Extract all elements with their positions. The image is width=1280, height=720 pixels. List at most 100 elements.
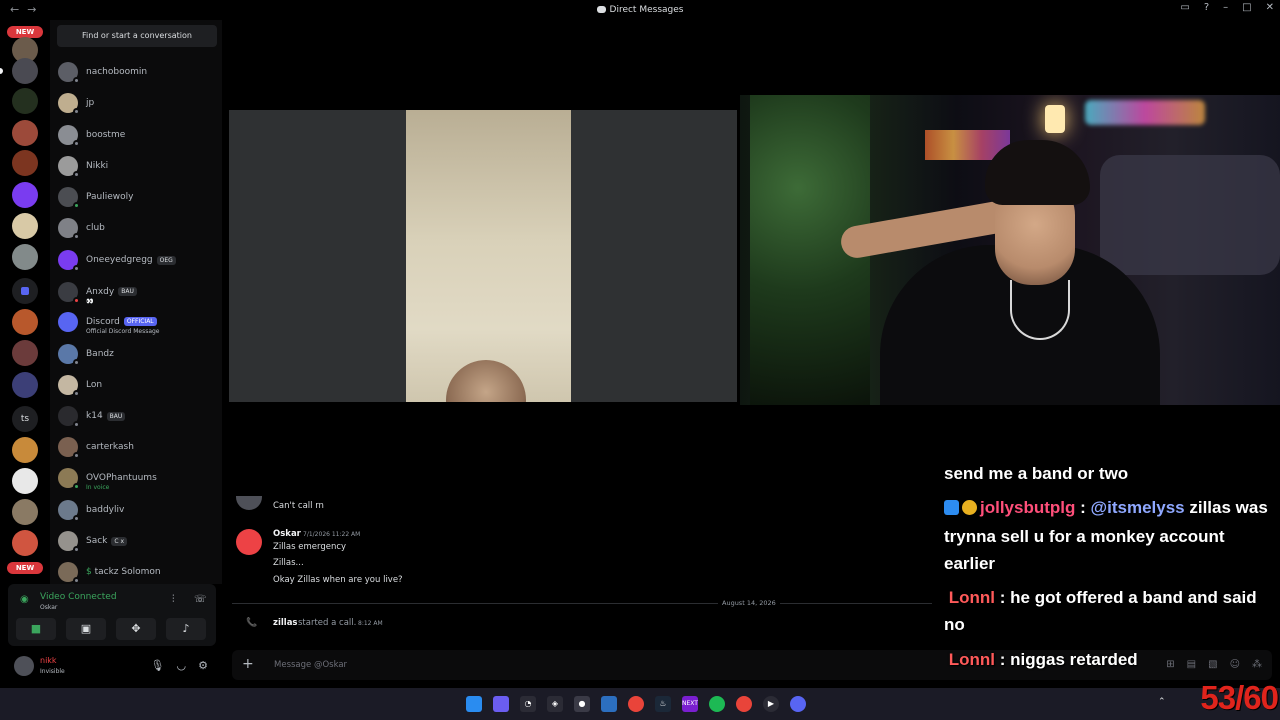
lamp [1045,105,1065,133]
discord-taskbar-icon[interactable] [790,696,806,712]
title-bar: ←→ Direct Messages ▭ ? – □ ✕ [0,0,1280,20]
server-icon[interactable] [12,468,38,494]
avatar [58,500,80,522]
avatar [58,344,80,366]
server-icon[interactable] [12,88,38,114]
chat-mention: @itsmelyss [1090,498,1185,517]
message-text: Okay Zillas when are you live? [273,575,403,585]
call-user[interactable]: zillas [273,618,297,628]
app-icon[interactable]: ● [574,696,590,712]
windows-start-icon[interactable] [466,696,482,712]
avatar [58,156,80,178]
server-icon[interactable] [12,150,38,176]
avatar [58,282,80,304]
server-icon[interactable] [12,182,38,208]
search-icon[interactable]: ◔ [520,696,536,712]
dm-item[interactable]: k14 BAU [58,402,218,430]
folder-icon[interactable] [12,278,38,304]
avatar [58,437,80,459]
server-icon[interactable] [12,244,38,270]
dm-item[interactable]: Pauliewoly [58,183,218,211]
dm-item[interactable]: Bandz [58,340,218,368]
dm-item[interactable]: Nikki [58,152,218,180]
dm-item[interactable]: Sack C x [58,527,218,555]
screen-share-button[interactable]: ▣ [66,618,106,640]
dm-item[interactable]: Anxdy BAU 👀 [58,278,218,306]
avatar [58,187,80,209]
server-icon[interactable] [12,499,38,525]
server-icon[interactable] [12,437,38,463]
window-title: Direct Messages [0,5,1280,15]
find-conversation-button[interactable]: Find or start a conversation [57,25,217,47]
user-panel: nikk Invisible 🎙 ◡ ⚙ [8,652,216,682]
overlay-message: Lonnl : niggas retarded [948,650,1138,669]
avatar[interactable] [14,656,34,676]
minimize-icon[interactable]: – [1223,2,1228,13]
chat-username: jollysbutplg [980,498,1076,517]
voice-status[interactable]: Video Connected [40,592,117,602]
next-app-icon[interactable]: NEXT [682,696,698,712]
vscode-icon[interactable] [601,696,617,712]
chrome-icon[interactable] [736,696,752,712]
server-icon[interactable] [12,58,38,84]
dm-item[interactable]: baddyliv [58,496,218,524]
avatar[interactable] [236,529,262,555]
avatar [58,62,80,84]
dm-item[interactable]: club [58,214,218,242]
server-icon[interactable] [12,530,38,556]
noise-suppression-icon[interactable]: ⫶ [172,594,175,605]
camera-button[interactable]: ■ [16,618,56,640]
video-tile-remote[interactable] [229,110,737,402]
activities-button[interactable]: ✥ [116,618,156,640]
official-tag: OFFICIAL [123,317,157,326]
server-icon[interactable] [12,372,38,398]
chrome-icon[interactable] [628,696,644,712]
dm-item[interactable]: carterkash [58,433,218,461]
taskbar: ◔ ◈ ● ♨ NEXT ▶ ⌃ [0,688,1280,720]
microphone-icon[interactable]: 🎙 [151,659,165,672]
server-icon[interactable] [12,213,38,239]
dm-item[interactable]: jp [58,89,218,117]
maximize-icon[interactable]: □ [1242,2,1251,13]
call-text: started a call. [298,618,357,628]
avatar [58,406,80,428]
dm-item[interactable]: OVOPhantuums In voice [58,464,218,492]
date-divider [232,603,932,604]
media-player-icon[interactable]: ▶ [763,696,779,712]
inbox-icon[interactable]: ▭ [1180,2,1189,13]
server-icon[interactable] [12,309,38,335]
message-timestamp: 7/1/2026 11:22 AM [303,531,361,538]
help-icon[interactable]: ? [1204,2,1209,13]
server-ts[interactable]: ts [12,406,38,432]
soundboard-button[interactable]: ♪ [166,618,206,640]
window-controls: ▭ ? – □ ✕ [1180,2,1274,13]
guild-tag: OEG [156,255,176,265]
dm-item[interactable]: nachoboomin [58,58,218,86]
headphones-icon[interactable]: ◡ [177,659,187,672]
call-time: 8:12 AM [358,620,383,627]
steam-icon[interactable]: ♨ [655,696,671,712]
dm-item-discord[interactable]: Discord OFFICIAL Official Discord Message [58,308,218,336]
dm-item[interactable]: Lon [58,371,218,399]
message-text: Can't call rn [273,501,324,511]
chevron-up-icon[interactable]: ⌃ [1158,697,1166,707]
server-icon[interactable] [12,120,38,146]
message-author[interactable]: Oskar [273,529,301,539]
message-input[interactable]: Message @Oskar [274,660,347,670]
add-attachment-icon[interactable]: + [242,656,254,672]
server-icon[interactable] [12,340,38,366]
avatar [58,250,80,272]
chat-username: Lonnl [948,588,995,607]
gear-icon[interactable]: ⚙ [198,659,208,672]
app-icon[interactable]: ◈ [547,696,563,712]
widgets-icon[interactable] [493,696,509,712]
user-controls: 🎙 ◡ ⚙ [151,659,208,672]
close-icon[interactable]: ✕ [1266,2,1274,13]
dm-sidebar: Find or start a conversation nachoboomin… [50,20,222,584]
new-badge: NEW [7,562,43,574]
dm-item[interactable]: Oneeyedgregg OEG [58,246,218,274]
spotify-icon[interactable] [709,696,725,712]
disconnect-icon[interactable]: ☏ [194,594,207,605]
dm-item[interactable]: boostme [58,121,218,149]
dm-item[interactable]: $ tackz Solomon [58,558,218,586]
